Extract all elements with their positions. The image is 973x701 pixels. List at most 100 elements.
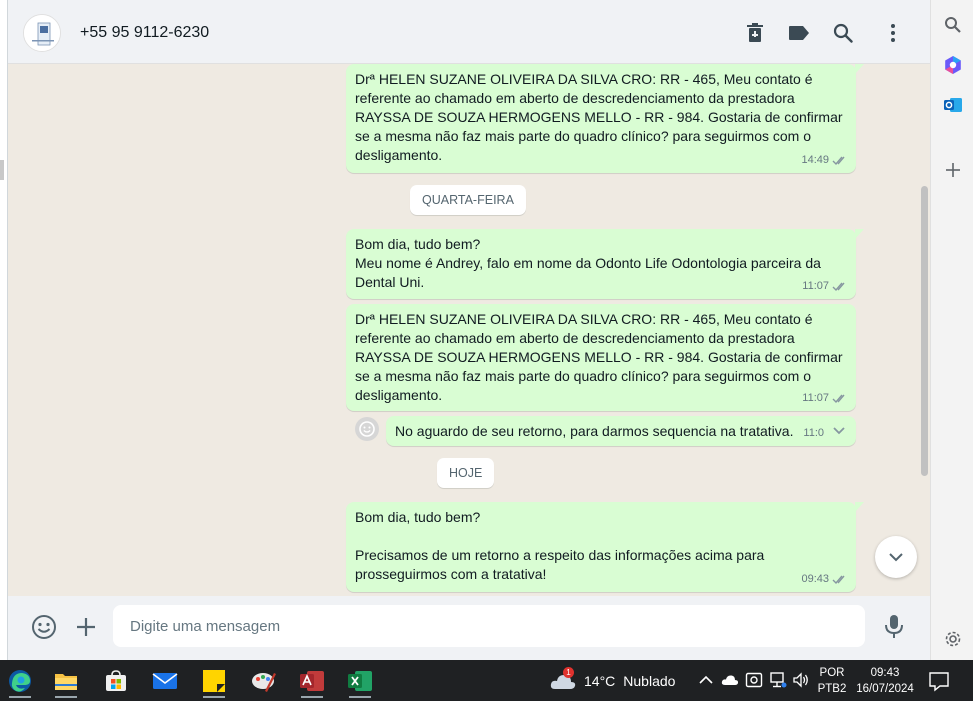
defender-icon[interactable] bbox=[745, 671, 763, 689]
contact-name[interactable]: +55 95 9112-6230 bbox=[80, 24, 209, 42]
read-receipt-icon bbox=[832, 394, 845, 403]
read-receipt-icon bbox=[832, 575, 845, 584]
browser-sidebar bbox=[930, 0, 973, 660]
sidebar-search-button[interactable] bbox=[940, 12, 966, 38]
clock-time: 09:43 bbox=[870, 667, 900, 679]
message-meta: 11:07 bbox=[802, 277, 848, 296]
message-text: Bom dia, tudo bem? Precisamos de um reto… bbox=[355, 509, 765, 582]
notification-icon bbox=[929, 672, 949, 692]
message-bubble[interactable]: Drª HELEN SUZANE OLIVEIRA DA SILVA CRO: … bbox=[346, 304, 856, 411]
add-icon bbox=[946, 163, 960, 177]
weather-condition: Nublado bbox=[623, 673, 676, 689]
chevron-up-icon bbox=[699, 675, 713, 684]
message-text: No aguardo de seu retorno, para darmos s… bbox=[395, 423, 794, 439]
notification-center-button[interactable] bbox=[928, 670, 950, 692]
cloud-icon: 1 bbox=[550, 667, 576, 692]
message-text: Drª HELEN SUZANE OLIVEIRA DA SILVA CRO: … bbox=[355, 71, 843, 163]
chat-header: +55 95 9112-6230 bbox=[8, 0, 930, 64]
left-panel-edge bbox=[0, 0, 8, 660]
taskbar-file-explorer[interactable] bbox=[46, 664, 86, 698]
active-app-indicator bbox=[203, 696, 225, 698]
message-bubble[interactable]: No aguardo de seu retorno, para darmos s… bbox=[386, 416, 856, 446]
active-app-indicator bbox=[349, 696, 371, 698]
settings-icon bbox=[945, 631, 961, 647]
input-language-indicator[interactable]: POR PTB2 bbox=[815, 665, 849, 697]
excel-icon bbox=[348, 671, 372, 691]
attach-button[interactable] bbox=[72, 613, 100, 641]
taskbar: 1 14°C Nublado POR PTB2 09:43 16/07/2024 bbox=[0, 660, 973, 701]
sidebar-settings-button[interactable] bbox=[940, 626, 966, 652]
message-meta: 11:07 bbox=[802, 389, 848, 408]
sticky-notes-icon bbox=[203, 670, 225, 692]
access-icon bbox=[300, 671, 324, 691]
composer bbox=[8, 596, 930, 660]
sidebar-copilot-button[interactable] bbox=[940, 52, 966, 78]
search-icon[interactable] bbox=[831, 21, 855, 45]
active-app-indicator bbox=[55, 696, 77, 698]
message-meta: 14:49 bbox=[801, 151, 848, 170]
copilot-icon bbox=[945, 56, 961, 74]
volume-icon[interactable] bbox=[792, 671, 810, 689]
weather-alert-badge: 1 bbox=[563, 667, 574, 678]
message-bubble[interactable]: Drª HELEN SUZANE OLIVEIRA DA SILVA CRO: … bbox=[346, 64, 864, 173]
panel-resize-handle[interactable] bbox=[0, 160, 4, 180]
sidebar-outlook-button[interactable] bbox=[940, 92, 966, 118]
message-bubble[interactable]: Bom dia, tudo bem? Precisamos de um reto… bbox=[346, 502, 864, 592]
plus-icon bbox=[77, 618, 95, 636]
network-icon[interactable] bbox=[769, 671, 787, 689]
show-hidden-icons-button[interactable] bbox=[697, 671, 715, 689]
keyboard-layout: PTB2 bbox=[817, 683, 847, 695]
taskbar-microsoft-store[interactable] bbox=[96, 664, 136, 698]
delete-icon[interactable] bbox=[743, 21, 767, 45]
message-meta: 11:0 bbox=[803, 424, 824, 443]
clock-date: 16/07/2024 bbox=[856, 683, 914, 695]
message-time: 09:43 bbox=[801, 573, 829, 585]
message-time: 11:07 bbox=[802, 392, 829, 404]
message-bubble[interactable]: Bom dia, tudo bem? Meu nome é Andrey, fa… bbox=[346, 229, 864, 299]
onedrive-icon[interactable] bbox=[721, 671, 739, 689]
message-text: Bom dia, tudo bem? Meu nome é Andrey, fa… bbox=[355, 236, 821, 290]
day-separator: HOJE bbox=[437, 458, 495, 488]
scroll-to-bottom-button[interactable] bbox=[875, 536, 917, 578]
message-meta: 09:43 bbox=[801, 570, 848, 589]
more-vert-icon[interactable] bbox=[881, 21, 905, 45]
taskbar-clock[interactable]: 09:43 16/07/2024 bbox=[852, 665, 918, 697]
chat-window: +55 95 9112-6230 Drª HELEN SUZANE OLIVEI… bbox=[0, 0, 930, 660]
microphone-icon bbox=[885, 615, 903, 638]
chevron-down-icon bbox=[889, 553, 903, 562]
file-explorer-icon bbox=[55, 674, 77, 690]
message-text: Drª HELEN SUZANE OLIVEIRA DA SILVA CRO: … bbox=[355, 311, 843, 403]
microsoft-store-icon bbox=[106, 670, 126, 691]
emoji-icon bbox=[32, 615, 56, 639]
taskbar-access[interactable] bbox=[292, 664, 332, 698]
message-time: 11:0 bbox=[803, 427, 824, 439]
taskbar-edge[interactable] bbox=[0, 664, 40, 698]
active-app-indicator bbox=[301, 696, 323, 698]
outlook-icon bbox=[944, 98, 962, 112]
weather-temp: 14°C bbox=[584, 673, 616, 689]
paint-icon bbox=[252, 673, 276, 692]
read-receipt-icon bbox=[832, 282, 845, 291]
taskbar-excel[interactable] bbox=[340, 664, 380, 698]
message-input[interactable] bbox=[113, 605, 865, 647]
edge-icon bbox=[9, 670, 31, 692]
message-list[interactable]: Drª HELEN SUZANE OLIVEIRA DA SILVA CRO: … bbox=[8, 64, 920, 594]
read-receipt-icon bbox=[832, 156, 845, 165]
react-emoji-button[interactable] bbox=[355, 417, 379, 441]
label-icon[interactable] bbox=[787, 21, 811, 45]
taskbar-sticky-notes[interactable] bbox=[194, 664, 234, 698]
scrollbar[interactable] bbox=[920, 64, 930, 594]
avatar[interactable] bbox=[23, 14, 61, 52]
message-time: 14:49 bbox=[801, 154, 829, 166]
language-code: POR bbox=[819, 667, 845, 679]
chevron-down-icon[interactable] bbox=[830, 422, 848, 440]
day-separator: QUARTA-FEIRA bbox=[410, 185, 526, 215]
taskbar-paint[interactable] bbox=[244, 664, 284, 698]
sidebar-add-button[interactable] bbox=[940, 157, 966, 183]
emoji-button[interactable] bbox=[30, 613, 58, 641]
scrollbar-thumb[interactable] bbox=[921, 186, 928, 476]
search-icon bbox=[945, 17, 961, 33]
taskbar-mail[interactable] bbox=[145, 664, 185, 698]
weather-widget[interactable]: 1 14°C Nublado bbox=[550, 667, 676, 694]
microphone-button[interactable] bbox=[881, 612, 907, 640]
